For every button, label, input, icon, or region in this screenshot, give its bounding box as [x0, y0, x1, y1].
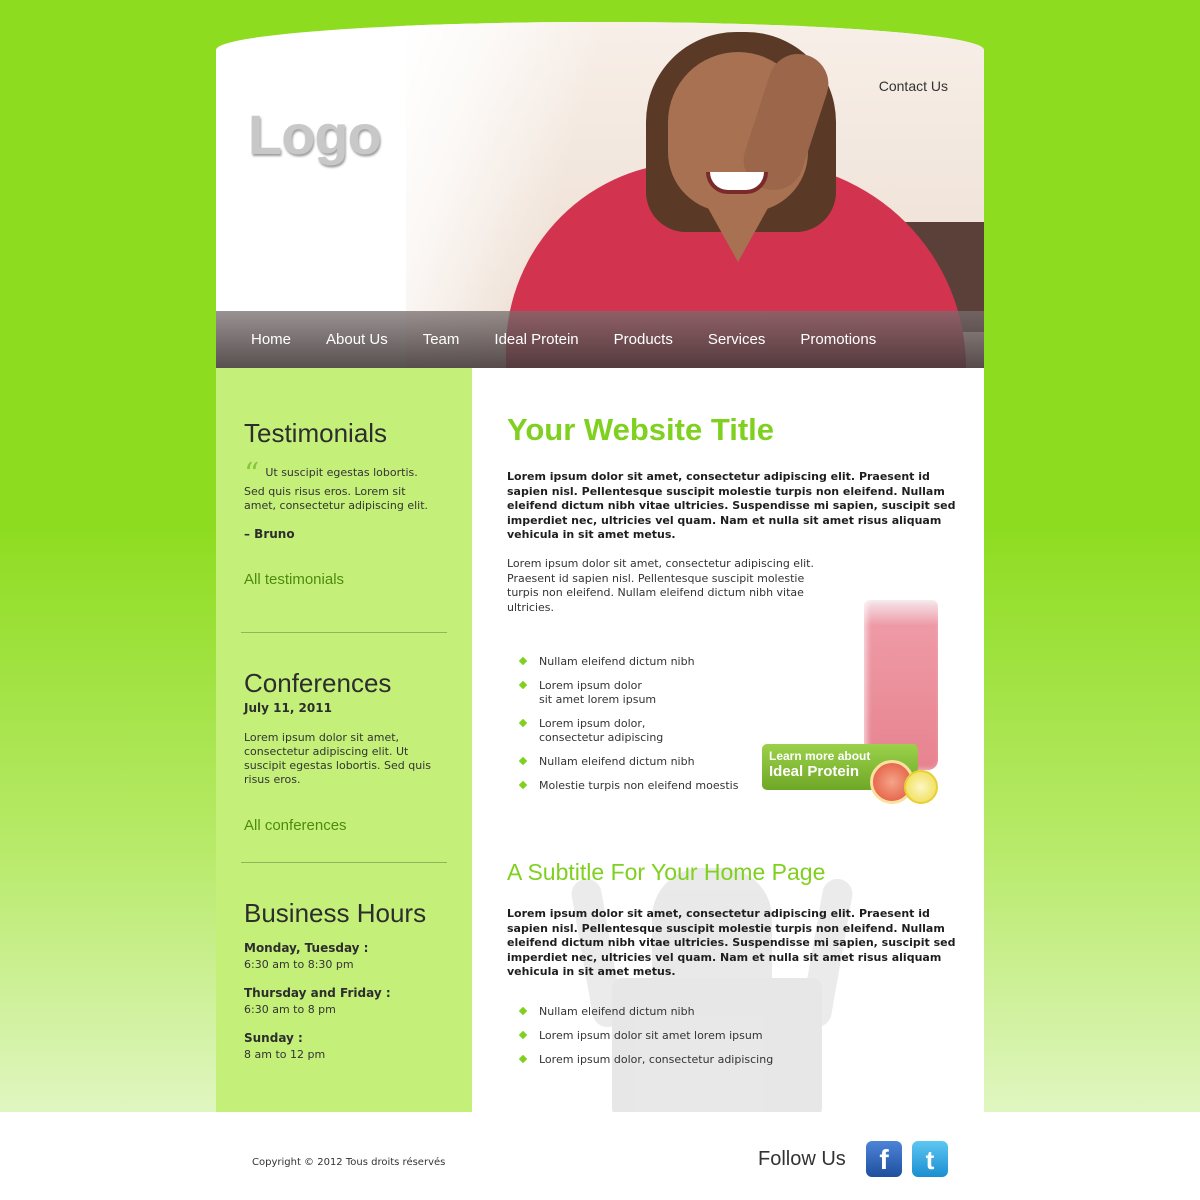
- nav-item-about-us[interactable]: About Us: [326, 331, 388, 348]
- all-testimonials-link[interactable]: All testimonials: [244, 571, 434, 588]
- list-item: Lorem ipsum dolor, consectetur adipiscin…: [518, 717, 738, 745]
- hours-days: Thursday and Friday :: [244, 986, 391, 1000]
- business-hours-section: Business Hours Monday, Tuesday : 6:30 am…: [244, 898, 449, 1062]
- hours-days: Sunday :: [244, 1031, 303, 1045]
- footer: Copyright © 2012 Tous droits réservés Fo…: [0, 1112, 1200, 1200]
- copyright-text: Copyright © 2012 Tous droits réservés: [252, 1157, 446, 1168]
- diamond-bullet-icon: [518, 1054, 528, 1064]
- business-hours-title: Business Hours: [244, 898, 427, 928]
- sidebar: Testimonials “Ut suscipit egestas lobort…: [216, 368, 472, 1112]
- diamond-bullet-icon: [518, 1006, 528, 1016]
- sub-bold-paragraph: Lorem ipsum dolor sit amet, consectetur …: [507, 907, 956, 978]
- hours-time: 6:30 am to 8:30 pm: [244, 958, 354, 971]
- ideal-protein-promo[interactable]: Learn more about Ideal Protein: [758, 598, 958, 808]
- diamond-bullet-icon: [518, 1030, 528, 1040]
- list-item: Lorem ipsum dolor sit amet lorem ipsum: [518, 679, 738, 707]
- nav-item-services[interactable]: Services: [708, 331, 766, 348]
- sidebar-divider: [241, 632, 447, 633]
- lemon-image: [904, 770, 938, 804]
- intro-bold-paragraph: Lorem ipsum dolor sit amet, consectetur …: [507, 470, 956, 541]
- sidebar-divider: [241, 862, 447, 863]
- list-item: Nullam eleifend dictum nibh: [518, 755, 738, 769]
- diamond-bullet-icon: [518, 680, 528, 690]
- list-item: Nullam eleifend dictum nibh: [518, 655, 738, 669]
- main-nav: Home About Us Team Ideal Protein Product…: [216, 311, 984, 368]
- diamond-bullet-icon: [518, 656, 528, 666]
- hours-time: 6:30 am to 8 pm: [244, 1003, 336, 1016]
- list-item: Lorem ipsum dolor sit amet lorem ipsum: [518, 1029, 773, 1043]
- testimonials-title: Testimonials: [244, 418, 388, 448]
- hours-entry: Sunday : 8 am to 12 pm: [244, 1031, 449, 1062]
- testimonials-section: Testimonials “Ut suscipit egestas lobort…: [244, 418, 434, 588]
- feature-list: Nullam eleifend dictum nibh Lorem ipsum …: [518, 655, 738, 803]
- list-item: Nullam eleifend dictum nibh: [518, 1005, 773, 1019]
- facebook-icon[interactable]: f: [866, 1141, 902, 1177]
- testimonial-author: – Bruno: [244, 527, 295, 541]
- conference-text: Lorem ipsum dolor sit amet, consectetur …: [244, 731, 431, 786]
- follow-us-label: Follow Us: [758, 1148, 846, 1170]
- page-subtitle: A Subtitle For Your Home Page: [507, 859, 826, 885]
- nav-item-ideal-protein[interactable]: Ideal Protein: [494, 331, 578, 348]
- diamond-bullet-icon: [518, 718, 528, 728]
- conferences-title: Conferences: [244, 668, 392, 698]
- nav-item-home[interactable]: Home: [251, 331, 291, 348]
- testimonial-quote: “Ut suscipit egestas lobortis. Sed quis …: [244, 460, 434, 513]
- page-title: Your Website Title: [507, 412, 774, 447]
- diamond-bullet-icon: [518, 756, 528, 766]
- list-item: Lorem ipsum dolor, consectetur adipiscin…: [518, 1053, 773, 1067]
- diamond-bullet-icon: [518, 780, 528, 790]
- hours-time: 8 am to 12 pm: [244, 1048, 326, 1061]
- sub-feature-list: Nullam eleifend dictum nibh Lorem ipsum …: [518, 1005, 773, 1077]
- hours-entry: Thursday and Friday : 6:30 am to 8 pm: [244, 986, 449, 1017]
- twitter-icon[interactable]: t: [912, 1141, 948, 1177]
- header: Logo Contact Us Home About Us Team Ideal…: [216, 22, 984, 368]
- page-container: Logo Contact Us Home About Us Team Ideal…: [216, 22, 984, 1112]
- testimonial-text: Ut suscipit egestas lobortis. Sed quis r…: [244, 466, 429, 512]
- nav-item-products[interactable]: Products: [614, 331, 673, 348]
- all-conferences-link[interactable]: All conferences: [244, 817, 449, 834]
- hours-days: Monday, Tuesday :: [244, 941, 369, 955]
- conferences-section: Conferences July 11, 2011 Lorem ipsum do…: [244, 668, 449, 834]
- contact-us-link[interactable]: Contact Us: [879, 78, 948, 94]
- list-item: Molestie turpis non eleifend moestis: [518, 779, 738, 793]
- conference-date: July 11, 2011: [244, 701, 332, 715]
- hours-entry: Monday, Tuesday : 6:30 am to 8:30 pm: [244, 941, 449, 972]
- nav-item-team[interactable]: Team: [423, 331, 460, 348]
- main-content: Your Website Title Lorem ipsum dolor sit…: [472, 368, 984, 1112]
- nav-item-promotions[interactable]: Promotions: [800, 331, 876, 348]
- logo[interactable]: Logo: [248, 102, 382, 167]
